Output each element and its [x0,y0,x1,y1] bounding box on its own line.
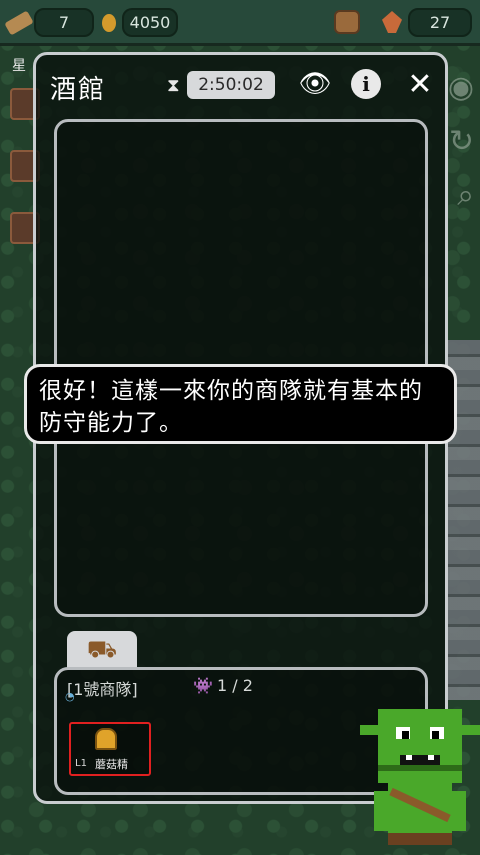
refresh-icon[interactable]: ↻ [449,124,474,159]
mushroom-sprite [95,728,117,750]
hourglass-icon: ⧗ [167,75,180,96]
info-button[interactable]: i [350,67,382,101]
inventory-bag-icon[interactable] [334,10,360,34]
caravan-name: [1號商隊] ◔ [65,680,138,703]
search-icon[interactable]: ⌕ [457,178,474,213]
troop-icon: 👾 [193,676,213,695]
panel-title: 酒館 [50,75,107,105]
unit-name: 蘑菇精 [95,758,128,771]
npc-dialog[interactable]: 很好！這樣一來你的商隊就有基本的防守能力了。 [24,364,457,444]
unit-slot-selected[interactable]: L1 蘑菇精 [69,722,151,776]
gem-icon [382,11,402,33]
view-button[interactable]: 👁 [298,67,332,101]
resource-bar: 7 4050 27 [0,0,480,46]
clock-icon: ◔ [65,690,75,703]
eye-icon: 👁 [298,69,332,99]
troop-count: 1 / 2 [217,676,253,695]
unit-level: L1 [75,758,87,769]
cart-icon: ⛟ [86,634,118,663]
gold-counter: 4050 [122,8,178,37]
refresh-timer: 2:50:02 [187,71,275,99]
gold-coin-icon [102,14,116,32]
close-icon: ✕ [407,66,433,102]
close-button[interactable]: ✕ [403,66,437,102]
wood-counter: 7 [34,8,94,37]
gem-counter: 27 [408,8,472,37]
side-star-label: 星 [12,58,26,74]
tab-caravan[interactable]: ⛟ [67,631,137,669]
side-eye-icon[interactable]: ◉ [448,70,474,105]
goblin-npc [360,709,480,845]
wood-icon [4,10,34,36]
info-icon: i [351,69,381,99]
